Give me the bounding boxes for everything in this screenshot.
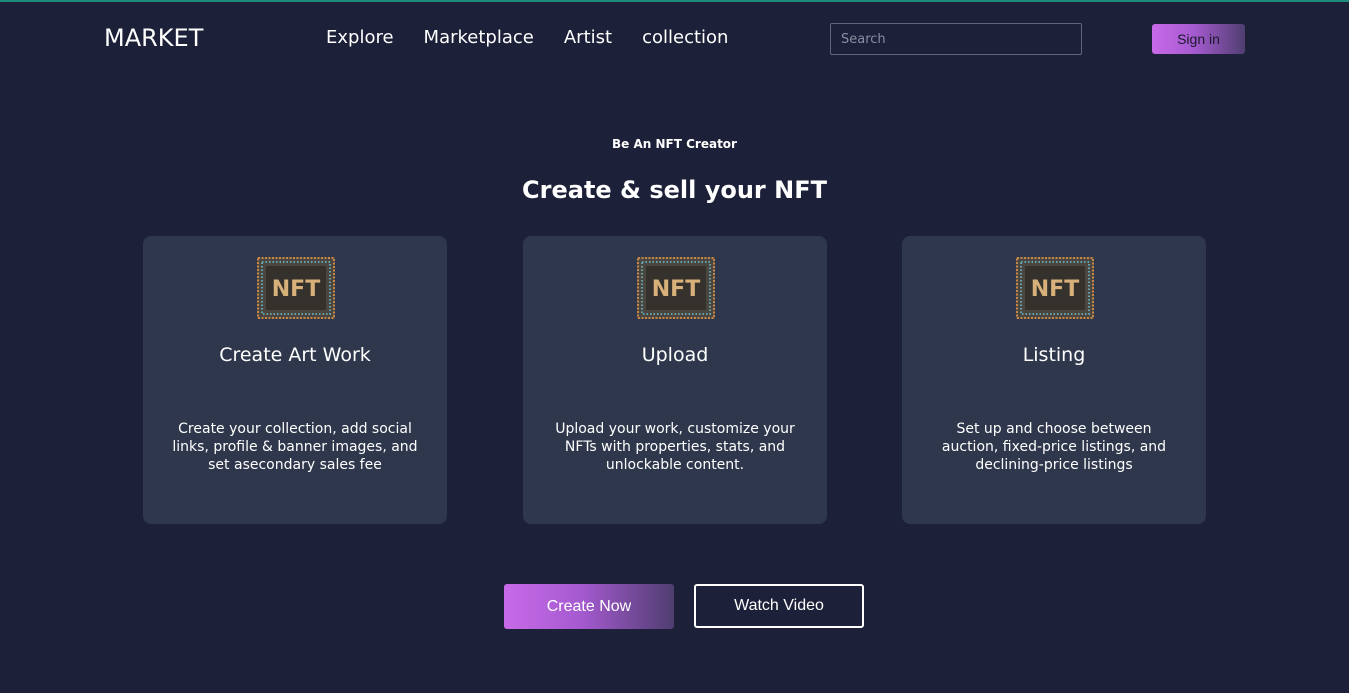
hero-eyebrow: Be An NFT Creator xyxy=(612,137,737,151)
create-now-button[interactable]: Create Now xyxy=(504,584,674,629)
card-title: Listing xyxy=(1022,344,1086,366)
card-description: Create your collection, add social links… xyxy=(172,421,418,473)
card-listing: NFT Listing Set up and choose between au… xyxy=(902,236,1206,524)
nav-collection[interactable]: collection xyxy=(642,26,728,50)
card-upload: NFT Upload Upload your work, customize y… xyxy=(523,236,827,524)
nft-artwork-image: NFT xyxy=(1016,257,1094,319)
search-input[interactable] xyxy=(830,23,1082,55)
card-description: Set up and choose between auction, fixed… xyxy=(941,421,1167,473)
nav-marketplace[interactable]: Marketplace xyxy=(424,26,534,50)
sign-in-button[interactable]: Sign in xyxy=(1152,24,1245,54)
card-create-art-work: NFT Create Art Work Create your collecti… xyxy=(143,236,447,524)
card-title: Upload xyxy=(641,344,709,366)
top-accent-line xyxy=(0,0,1349,2)
nft-image-label: NFT xyxy=(272,277,320,302)
card-description: Upload your work, customize your NFTs wi… xyxy=(555,421,795,473)
nft-artwork-image: NFT xyxy=(637,257,715,319)
hero-title: Create & sell your NFT xyxy=(522,176,827,204)
nav-explore[interactable]: Explore xyxy=(326,26,394,50)
nft-image-label: NFT xyxy=(652,277,700,302)
watch-video-button[interactable]: Watch Video xyxy=(694,584,864,628)
nft-artwork-image: NFT xyxy=(257,257,335,319)
nav-artist[interactable]: Artist xyxy=(564,26,612,50)
site-logo[interactable]: MARKET xyxy=(104,24,203,52)
card-title: Create Art Work xyxy=(219,344,371,366)
nft-image-label: NFT xyxy=(1031,277,1079,302)
main-nav: Explore Marketplace Artist collection xyxy=(326,26,758,50)
